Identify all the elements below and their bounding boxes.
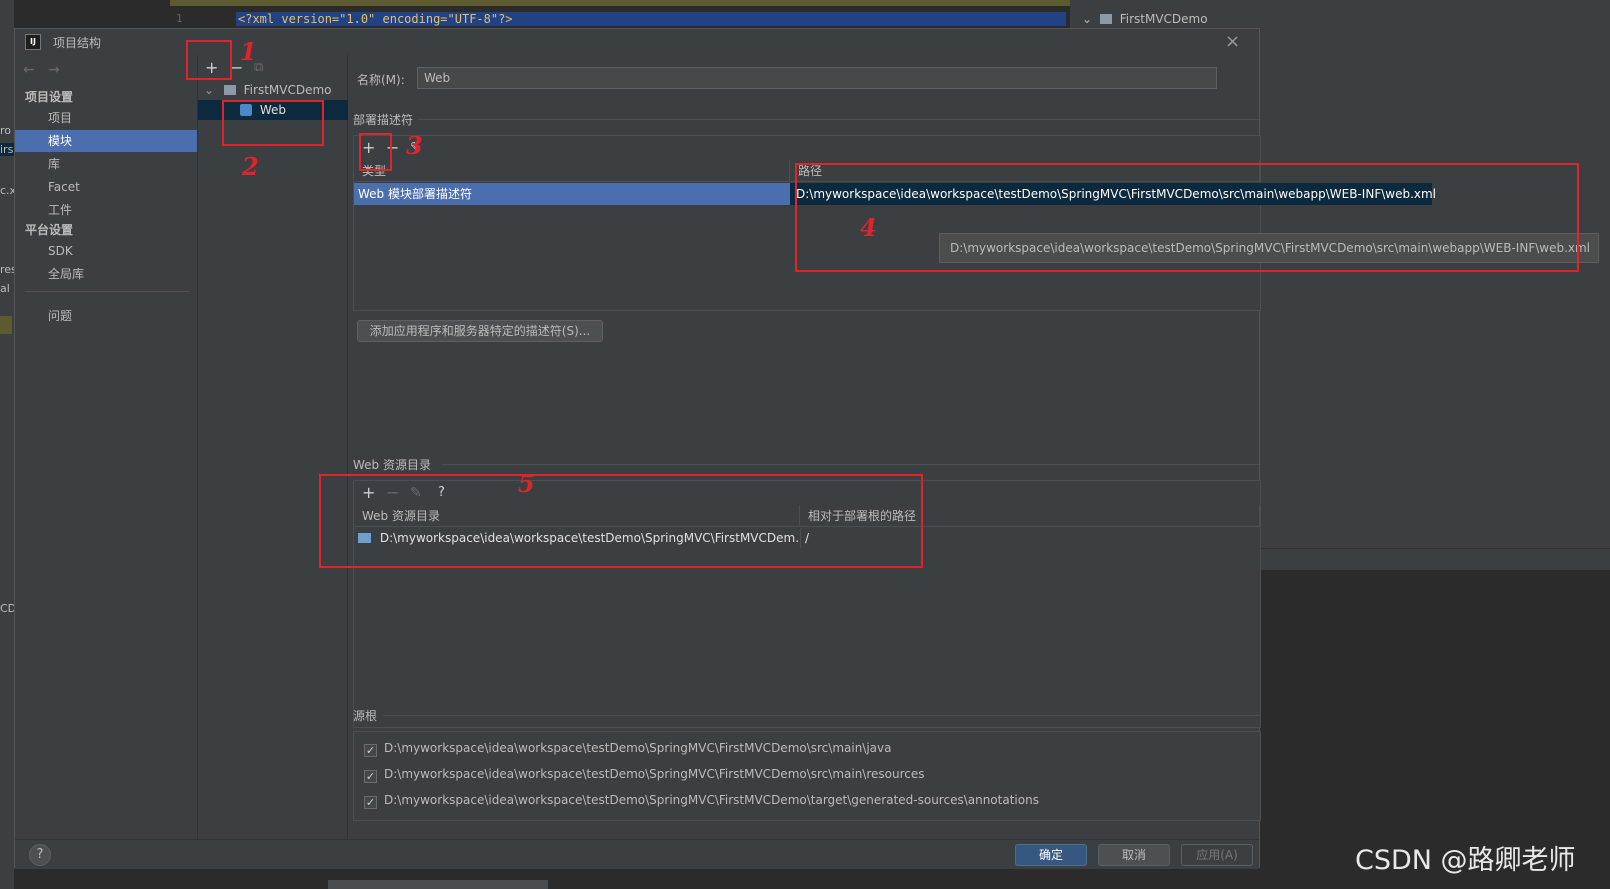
sidebar-divider: [25, 291, 190, 292]
editor-top-bar: [170, 0, 1070, 6]
close-icon[interactable]: ×: [1225, 31, 1240, 52]
source-roots-list: ✓ D:\myworkspace\idea\workspace\testDemo\…: [353, 731, 1261, 821]
add-server-descriptor-button[interactable]: 添加应用程序和服务器特定的描述符(S)...: [357, 320, 603, 342]
settings-sidebar: ← → 项目设置 项目 模块 库 Facet 工件 平台设置 SDK 全局库 问…: [15, 55, 198, 839]
cancel-button[interactable]: 取消: [1098, 844, 1170, 866]
source-root-item[interactable]: ✓ D:\myworkspace\idea\workspace\testDemo\…: [364, 763, 925, 785]
annotation-number-4: 4: [860, 213, 877, 242]
source-root-path: D:\myworkspace\idea\workspace\testDemo\S…: [384, 741, 892, 755]
annotation-number-2: 2: [242, 152, 259, 181]
column-header-type[interactable]: 类型: [354, 160, 790, 182]
module-tree-panel: + − ⧉ ⌄ FirstMVCDemo Web: [198, 55, 348, 839]
csdn-watermark: CSDN @路卿老师: [1355, 845, 1576, 876]
name-label: 名称(M):: [357, 73, 405, 87]
checkbox-checked-icon[interactable]: ✓: [364, 770, 377, 783]
dialog-title: 项目结构: [53, 36, 102, 50]
name-input[interactable]: Web: [417, 67, 1217, 89]
chevron-down-icon: ⌄: [1082, 12, 1093, 26]
dialog-footer: ? 确定 取消 应用(A): [15, 839, 1259, 869]
apply-button[interactable]: 应用(A): [1181, 844, 1253, 866]
source-root-path: D:\myworkspace\idea\workspace\testDemo\S…: [384, 767, 925, 781]
source-roots-title: 源根: [353, 709, 378, 723]
bottom-scrollbar[interactable]: [328, 880, 548, 889]
left-highlight: [0, 316, 12, 334]
annotation-number-5: 5: [518, 469, 535, 498]
line-number: 1: [176, 12, 183, 25]
project-settings-header: 项目设置: [25, 90, 74, 104]
chevron-down-icon: ⌄: [204, 83, 215, 97]
code-line: <?xml version="1.0" encoding="UTF-8"?>: [236, 12, 1066, 26]
project-structure-dialog: IJ 项目结构 × ← → 项目设置 项目 模块 库 Facet 工件 平台设置…: [14, 28, 1599, 869]
sidebar-item-modules[interactable]: 模块: [15, 130, 197, 152]
help-icon[interactable]: ?: [29, 844, 51, 866]
left-fragment: al: [0, 282, 10, 295]
sidebar-item-problems[interactable]: 问题: [15, 305, 197, 327]
platform-settings-header: 平台设置: [25, 223, 74, 237]
tree-item-firstmvcdemo[interactable]: ⌄ FirstMVCDemo: [198, 80, 348, 100]
annotation-number-1: 1: [240, 37, 257, 66]
annotation-box-3: [359, 133, 392, 171]
intellij-icon: IJ: [25, 34, 41, 50]
sidebar-item-project[interactable]: 项目: [15, 107, 197, 129]
sidebar-item-artifacts[interactable]: 工件: [15, 199, 197, 221]
section-divider: [417, 119, 1261, 120]
source-root-item[interactable]: ✓ D:\myworkspace\idea\workspace\testDemo\…: [364, 789, 1039, 811]
section-divider: [383, 715, 1261, 716]
deployment-descriptors-title: 部署描述符: [353, 113, 414, 127]
sidebar-item-libraries[interactable]: 库: [15, 153, 197, 175]
left-fragment: ro: [0, 124, 12, 137]
table-row-type[interactable]: Web 模块部署描述符: [354, 183, 790, 205]
annotation-box-5: [319, 474, 923, 568]
source-root-path: D:\myworkspace\idea\workspace\testDemo\S…: [384, 793, 1039, 807]
sidebar-item-sdk[interactable]: SDK: [15, 240, 197, 262]
folder-icon: [1099, 14, 1112, 24]
ok-button[interactable]: 确定: [1015, 844, 1087, 866]
annotation-box-1: [186, 40, 232, 80]
web-resource-dirs-title: Web 资源目录: [353, 458, 431, 472]
left-fragment: irs: [0, 143, 14, 156]
annotation-box-4: [795, 163, 1579, 272]
section-divider: [441, 464, 1261, 465]
annotation-number-3: 3: [406, 131, 423, 160]
tree-item-label: FirstMVCDemo: [243, 83, 332, 97]
source-root-item[interactable]: ✓ D:\myworkspace\idea\workspace\testDemo\…: [364, 737, 892, 759]
back-arrow-icon[interactable]: ←: [23, 62, 35, 78]
module-folder-icon: [223, 85, 236, 95]
project-tree-item[interactable]: ⌄ FirstMVCDemo: [1082, 12, 1208, 26]
project-tree-item-label: FirstMVCDemo: [1119, 12, 1208, 26]
forward-arrow-icon[interactable]: →: [48, 62, 60, 78]
annotation-box-2: [222, 100, 324, 146]
checkbox-checked-icon[interactable]: ✓: [364, 796, 377, 809]
checkbox-checked-icon[interactable]: ✓: [364, 744, 377, 757]
sidebar-item-facets[interactable]: Facet: [15, 176, 197, 198]
sidebar-item-global-libraries[interactable]: 全局库: [15, 263, 197, 285]
